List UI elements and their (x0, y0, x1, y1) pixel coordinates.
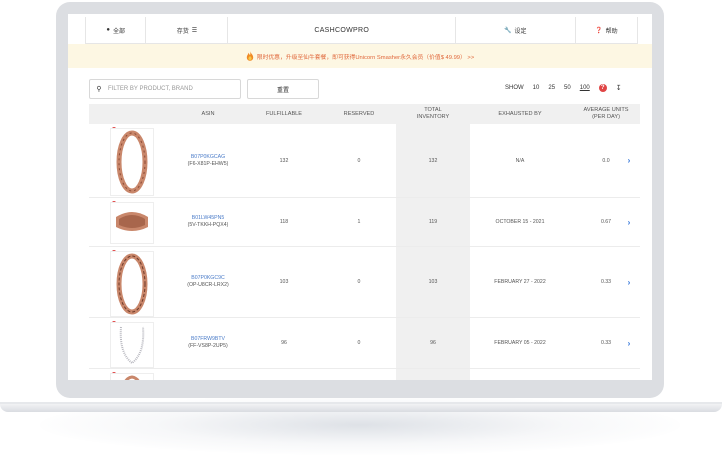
reserved-cell: 0 (357, 340, 361, 346)
fulfillable-cell: 103 (279, 279, 289, 285)
product-thumbnail (110, 251, 154, 317)
exhausted-cell: OCTOBER 15 - 2021 (495, 219, 545, 225)
asin-link[interactable]: B07P0KGCAG (191, 154, 225, 161)
asin-link[interactable]: B01LW45PN5 (192, 215, 225, 222)
table-row[interactable]: B07P0KGC9C (OP-U8CR-LRX2) 103 0 103 FEBR… (89, 247, 640, 318)
asin-cell: B07P0KGCAG (F6-X81P-EHW5) (175, 124, 241, 197)
table-row[interactable] (89, 369, 640, 380)
show-option-50[interactable]: 50 (564, 85, 571, 91)
brand-title[interactable]: CASHCOWPRO (227, 17, 455, 43)
help-icon[interactable]: ? (598, 84, 607, 92)
asin-cell: B01LW45PN5 (5V-TKKH-PQX4) (175, 198, 241, 246)
sku-text: (5V-TKKH-PQX4) (187, 222, 229, 228)
header-asin[interactable]: ASIN (175, 104, 241, 124)
chevron-right-icon[interactable]: › (619, 318, 639, 368)
nav-settings-label: 设定 (514, 28, 527, 35)
asin-link[interactable]: B07FRW9BTV (191, 336, 225, 343)
search-placeholder: FILTER BY PRODUCT, BRAND (108, 86, 193, 92)
chevron-right-icon[interactable]: › (619, 247, 639, 317)
header-fulfillable[interactable]: FULFILLABLE (249, 104, 319, 124)
header-avg-line1: AVERAGE UNITS (583, 107, 629, 113)
menu-icon: ☰ (191, 27, 198, 34)
page-size-selector: SHOW 10 25 50 100 ? ↧ (505, 80, 622, 96)
asin-cell: B07P0KGC9C (OP-U8CR-LRX2) (175, 247, 241, 317)
flame-icon (246, 51, 253, 61)
exhausted-cell: FEBRUARY 05 - 2022 (494, 340, 546, 346)
header-reserved[interactable]: RESERVED (324, 104, 394, 124)
top-nav: ● 全部 存货 ☰ CASHCOWPRO 🔧 设定 ❓ 帮助 (85, 17, 638, 44)
show-option-100[interactable]: 100 (580, 85, 590, 91)
promo-banner[interactable]: 限时优惠，升级至仙牛套餐，即可获得Unicorn Smasher永久会员（价值$… (68, 44, 652, 68)
reserved-cell: 0 (357, 157, 361, 164)
reserved-cell: 1 (357, 219, 361, 225)
search-input[interactable]: ⚲ FILTER BY PRODUCT, BRAND (89, 79, 241, 99)
table-header: ASIN FULFILLABLE RESERVED TOTAL INVENTOR… (89, 104, 640, 124)
nav-inventory[interactable]: 存货 ☰ (145, 17, 227, 43)
sku-text: (FF-VS8P-2UP5) (188, 343, 228, 349)
header-total-line2: INVENTORY (416, 114, 450, 120)
laptop-base (0, 404, 722, 412)
wrench-icon: 🔧 (504, 27, 512, 34)
fulfillable-cell: 118 (279, 219, 289, 225)
table-row[interactable]: B01LW45PN5 (5V-TKKH-PQX4) 118 1 119 OCTO… (89, 198, 640, 247)
banner-text: 限时优惠，升级至仙牛套餐，即可获得Unicorn Smasher永久会员（价值$… (256, 54, 475, 61)
reserved-cell: 0 (357, 279, 361, 285)
show-option-25[interactable]: 25 (548, 85, 555, 91)
reset-button[interactable]: 重置 (247, 79, 319, 99)
table-row[interactable]: B07P0KGCAG (F6-X81P-EHW5) 132 0 132 N/A … (89, 124, 640, 198)
user-icon: ● (106, 27, 110, 33)
nav-all[interactable]: ● 全部 (85, 17, 145, 43)
app-screen: ● 全部 存货 ☰ CASHCOWPRO 🔧 设定 ❓ 帮助 限时优惠，升级至仙… (68, 14, 652, 380)
product-thumbnail (110, 322, 154, 368)
nav-all-label: 全部 (112, 28, 125, 35)
header-exhausted[interactable]: EXHAUSTED BY (475, 104, 565, 124)
nav-help-label: 帮助 (605, 28, 618, 35)
brand-label: CASHCOWPRO (314, 26, 370, 34)
search-icon: ⚲ (96, 86, 102, 93)
header-average-units[interactable]: AVERAGE UNITS (PER DAY) (567, 104, 645, 124)
show-label: SHOW (505, 85, 524, 91)
chevron-right-icon[interactable]: › (619, 198, 639, 246)
total-cell: 119 (428, 219, 438, 225)
sku-text: (F6-X81P-EHW5) (187, 160, 229, 167)
product-thumbnail (110, 373, 154, 380)
exhausted-cell: FEBRUARY 27 - 2022 (494, 279, 546, 285)
asin-cell: B07FRW9BTV (FF-VS8P-2UP5) (175, 318, 241, 368)
asin-link[interactable]: B07P0KGC9C (191, 275, 224, 282)
fulfillable-cell: 96 (281, 340, 287, 346)
reset-label: 重置 (276, 87, 289, 94)
nav-help[interactable]: ❓ 帮助 (574, 17, 638, 43)
header-total-line1: TOTAL (424, 107, 442, 113)
chevron-right-icon[interactable]: › (619, 124, 639, 197)
exhausted-cell: N/A (515, 157, 525, 164)
total-cell: 132 (428, 157, 438, 164)
nav-inventory-label: 存货 (176, 28, 189, 35)
total-cell: 96 (430, 340, 436, 346)
download-icon[interactable]: ↧ (616, 84, 622, 92)
show-option-10[interactable]: 10 (533, 85, 540, 91)
product-thumbnail (110, 128, 154, 196)
total-cell: 103 (428, 279, 438, 285)
fulfillable-cell: 132 (279, 157, 289, 164)
header-total-inventory[interactable]: TOTAL INVENTORY (396, 104, 470, 124)
product-thumbnail (110, 202, 154, 244)
question-icon: ❓ (595, 27, 603, 34)
nav-settings[interactable]: 🔧 设定 (454, 17, 575, 43)
header-avg-line2: (PER DAY) (592, 114, 620, 120)
sku-text: (OP-U8CR-LRX2) (187, 282, 229, 288)
table-row[interactable]: B07FRW9BTV (FF-VS8P-2UP5) 96 0 96 FEBRUA… (89, 318, 640, 369)
